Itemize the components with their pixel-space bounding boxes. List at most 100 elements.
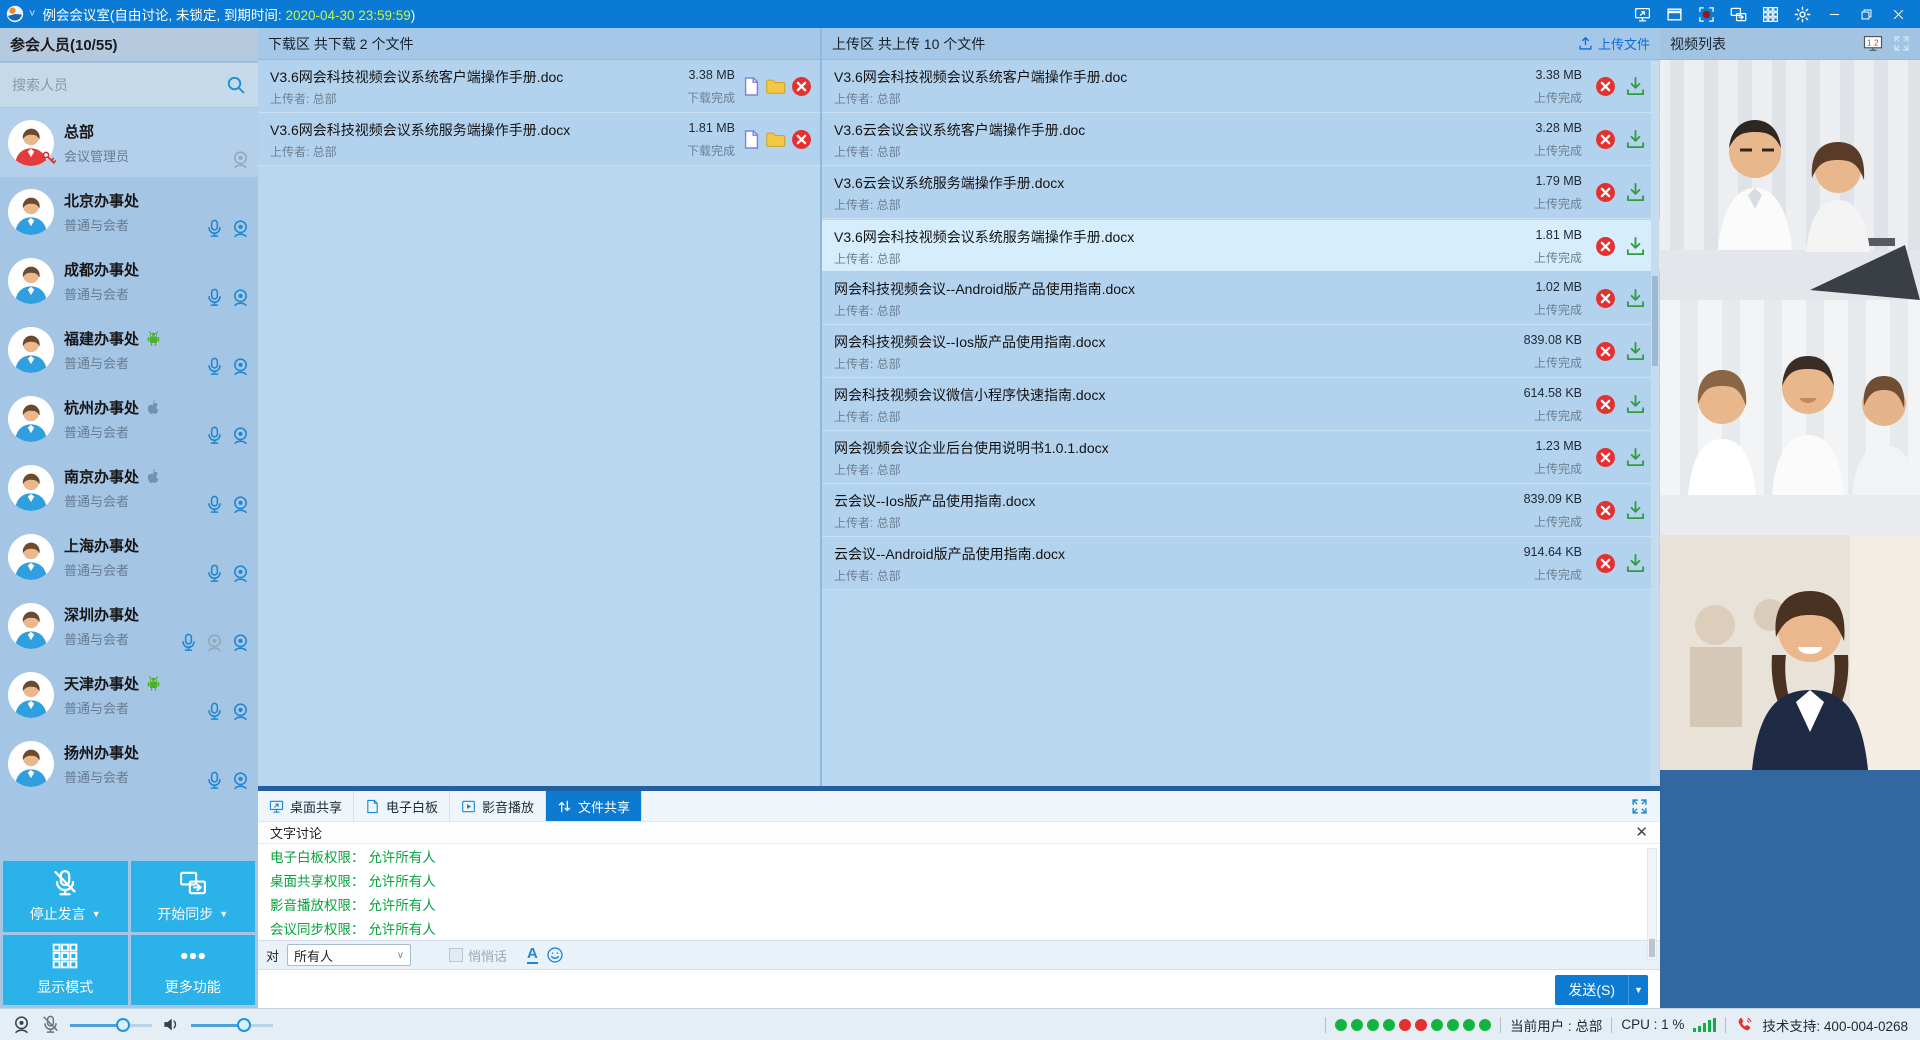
scrollbar-thumb[interactable] [1649, 939, 1655, 957]
minimize-button[interactable] [1818, 0, 1850, 28]
layout-grid-button[interactable] [1754, 0, 1786, 28]
camera-icon[interactable] [231, 426, 250, 445]
chat-close-icon[interactable]: ✕ [1635, 825, 1648, 840]
upload-file-row[interactable]: 云会议--Ios版产品使用指南.docx 上传者: 总部 839.09 KB 上… [822, 484, 1660, 537]
open-file-icon[interactable] [741, 76, 762, 97]
delete-file-icon[interactable] [1595, 129, 1616, 150]
camera-icon[interactable] [231, 633, 250, 652]
upload-file-row[interactable]: V3.6云会议系统服务端操作手册.docx 上传者: 总部 1.79 MB 上传… [822, 166, 1660, 219]
mic-muted-icon[interactable] [41, 1015, 60, 1034]
chat-scrollbar[interactable] [1647, 848, 1657, 960]
camera-icon[interactable] [231, 219, 250, 238]
video-layout-icon[interactable] [1863, 35, 1883, 52]
mic-icon[interactable] [205, 771, 224, 790]
upload-scrollbar[interactable] [1651, 61, 1659, 784]
download-file-icon[interactable] [1625, 182, 1646, 203]
upload-file-row[interactable]: 云会议--Android版产品使用指南.docx 上传者: 总部 914.64 … [822, 537, 1660, 590]
upload-file-row[interactable]: V3.6网会科技视频会议系统服务端操作手册.docx 上传者: 总部 1.81 … [822, 219, 1660, 272]
download-file-row[interactable]: V3.6网会科技视频会议系统客户端操作手册.doc 上传者: 总部 3.38 M… [258, 60, 820, 113]
upload-file-row[interactable]: V3.6网会科技视频会议系统客户端操作手册.doc 上传者: 总部 3.38 M… [822, 60, 1660, 113]
send-button[interactable]: 发送(S) [1555, 975, 1628, 1005]
download-file-icon[interactable] [1625, 500, 1646, 521]
mic-icon[interactable] [205, 357, 224, 376]
mic-icon[interactable] [205, 288, 224, 307]
camera-icon[interactable] [231, 495, 250, 514]
delete-file-icon[interactable] [1595, 288, 1616, 309]
mic-icon[interactable] [205, 702, 224, 721]
chevron-down-icon[interactable]: ▼ [92, 909, 101, 919]
feature-tab[interactable]: 桌面共享 [258, 791, 354, 821]
upload-file-row[interactable]: 网会科技视频会议--Android版产品使用指南.docx 上传者: 总部 1.… [822, 272, 1660, 325]
camera-icon[interactable] [231, 564, 250, 583]
camera-icon[interactable] [231, 357, 250, 376]
upload-file-button[interactable]: 上传文件 [1578, 34, 1650, 53]
control-button[interactable]: 开始同步▼ [131, 861, 256, 932]
participant-row[interactable]: 福建办事处 普通与会者 [0, 315, 258, 384]
webcam-icon[interactable] [12, 1015, 31, 1034]
settings-button[interactable] [1786, 0, 1818, 28]
upload-file-row[interactable]: 网会科技视频会议微信小程序快速指南.docx 上传者: 总部 614.58 KB… [822, 378, 1660, 431]
chat-input-area[interactable]: 发送(S) ▼ [258, 970, 1660, 1010]
download-file-icon[interactable] [1625, 553, 1646, 574]
search-input[interactable] [12, 77, 226, 93]
delete-file-icon[interactable] [791, 129, 812, 150]
upload-file-row[interactable]: V3.6云会议会议系统客户端操作手册.doc 上传者: 总部 3.28 MB 上… [822, 113, 1660, 166]
control-button[interactable]: 更多功能 [131, 935, 256, 1006]
download-file-icon[interactable] [1625, 394, 1646, 415]
feature-tab[interactable]: 文件共享 [546, 791, 642, 821]
open-file-icon[interactable] [741, 129, 762, 150]
open-folder-icon[interactable] [765, 76, 786, 97]
video-thumbnail-3[interactable] [1660, 535, 1920, 770]
close-button[interactable] [1882, 0, 1914, 28]
upload-file-row[interactable]: 网会科技视频会议--Ios版产品使用指南.docx 上传者: 总部 839.08… [822, 325, 1660, 378]
camera-off-icon[interactable] [231, 150, 250, 169]
camera-icon[interactable] [231, 771, 250, 790]
screen-share-button[interactable] [1626, 0, 1658, 28]
emoji-button[interactable] [546, 946, 564, 964]
delete-file-icon[interactable] [1595, 500, 1616, 521]
download-file-icon[interactable] [1625, 447, 1646, 468]
camera-off-icon[interactable] [205, 633, 224, 652]
maximize-button[interactable] [1850, 0, 1882, 28]
participant-row[interactable]: 天津办事处 普通与会者 [0, 660, 258, 729]
download-file-icon[interactable] [1625, 129, 1646, 150]
participant-row[interactable]: 上海办事处 普通与会者 [0, 522, 258, 591]
expand-panel-icon[interactable] [1631, 798, 1648, 815]
mic-icon[interactable] [179, 633, 198, 652]
expand-video-icon[interactable] [1893, 35, 1910, 52]
send-options-dropdown[interactable]: ▼ [1628, 975, 1648, 1005]
delete-file-icon[interactable] [1595, 394, 1616, 415]
mic-icon[interactable] [205, 495, 224, 514]
feature-tab[interactable]: 电子白板 [354, 791, 450, 821]
download-file-icon[interactable] [1625, 341, 1646, 362]
control-button[interactable]: 显示模式 [3, 935, 128, 1006]
recipient-select[interactable]: 所有人 ∨ [287, 944, 411, 966]
delete-file-icon[interactable] [1595, 182, 1616, 203]
upload-file-row[interactable]: 网会视频会议企业后台使用说明书1.0.1.docx 上传者: 总部 1.23 M… [822, 431, 1660, 484]
video-thumbnail-2[interactable] [1660, 300, 1920, 535]
feature-tab[interactable]: 影音播放 [450, 791, 546, 821]
participant-row[interactable]: 深圳办事处 普通与会者 [0, 591, 258, 660]
scrollbar-thumb[interactable] [1652, 276, 1658, 366]
font-style-button[interactable]: A [527, 946, 538, 965]
download-file-icon[interactable] [1625, 236, 1646, 257]
camera-icon[interactable] [231, 288, 250, 307]
participant-row[interactable]: 南京办事处 普通与会者 [0, 453, 258, 522]
control-button[interactable]: 停止发言▼ [3, 861, 128, 932]
titlebar-menu-chevron-icon[interactable]: ˅ [29, 8, 35, 20]
download-file-icon[interactable] [1625, 76, 1646, 97]
mic-volume-slider[interactable] [70, 1018, 152, 1032]
delete-file-icon[interactable] [1595, 236, 1616, 257]
participant-row[interactable]: 总部 会议管理员 [0, 108, 258, 177]
whisper-checkbox[interactable] [449, 948, 463, 962]
delete-file-icon[interactable] [1595, 553, 1616, 574]
record-button[interactable] [1690, 0, 1722, 28]
participant-row[interactable]: 杭州办事处 普通与会者 [0, 384, 258, 453]
delete-file-icon[interactable] [1595, 341, 1616, 362]
delete-file-icon[interactable] [1595, 76, 1616, 97]
delete-file-icon[interactable] [791, 76, 812, 97]
download-file-icon[interactable] [1625, 288, 1646, 309]
video-thumbnail-1[interactable] [1660, 60, 1920, 300]
delete-file-icon[interactable] [1595, 447, 1616, 468]
mic-icon[interactable] [205, 219, 224, 238]
